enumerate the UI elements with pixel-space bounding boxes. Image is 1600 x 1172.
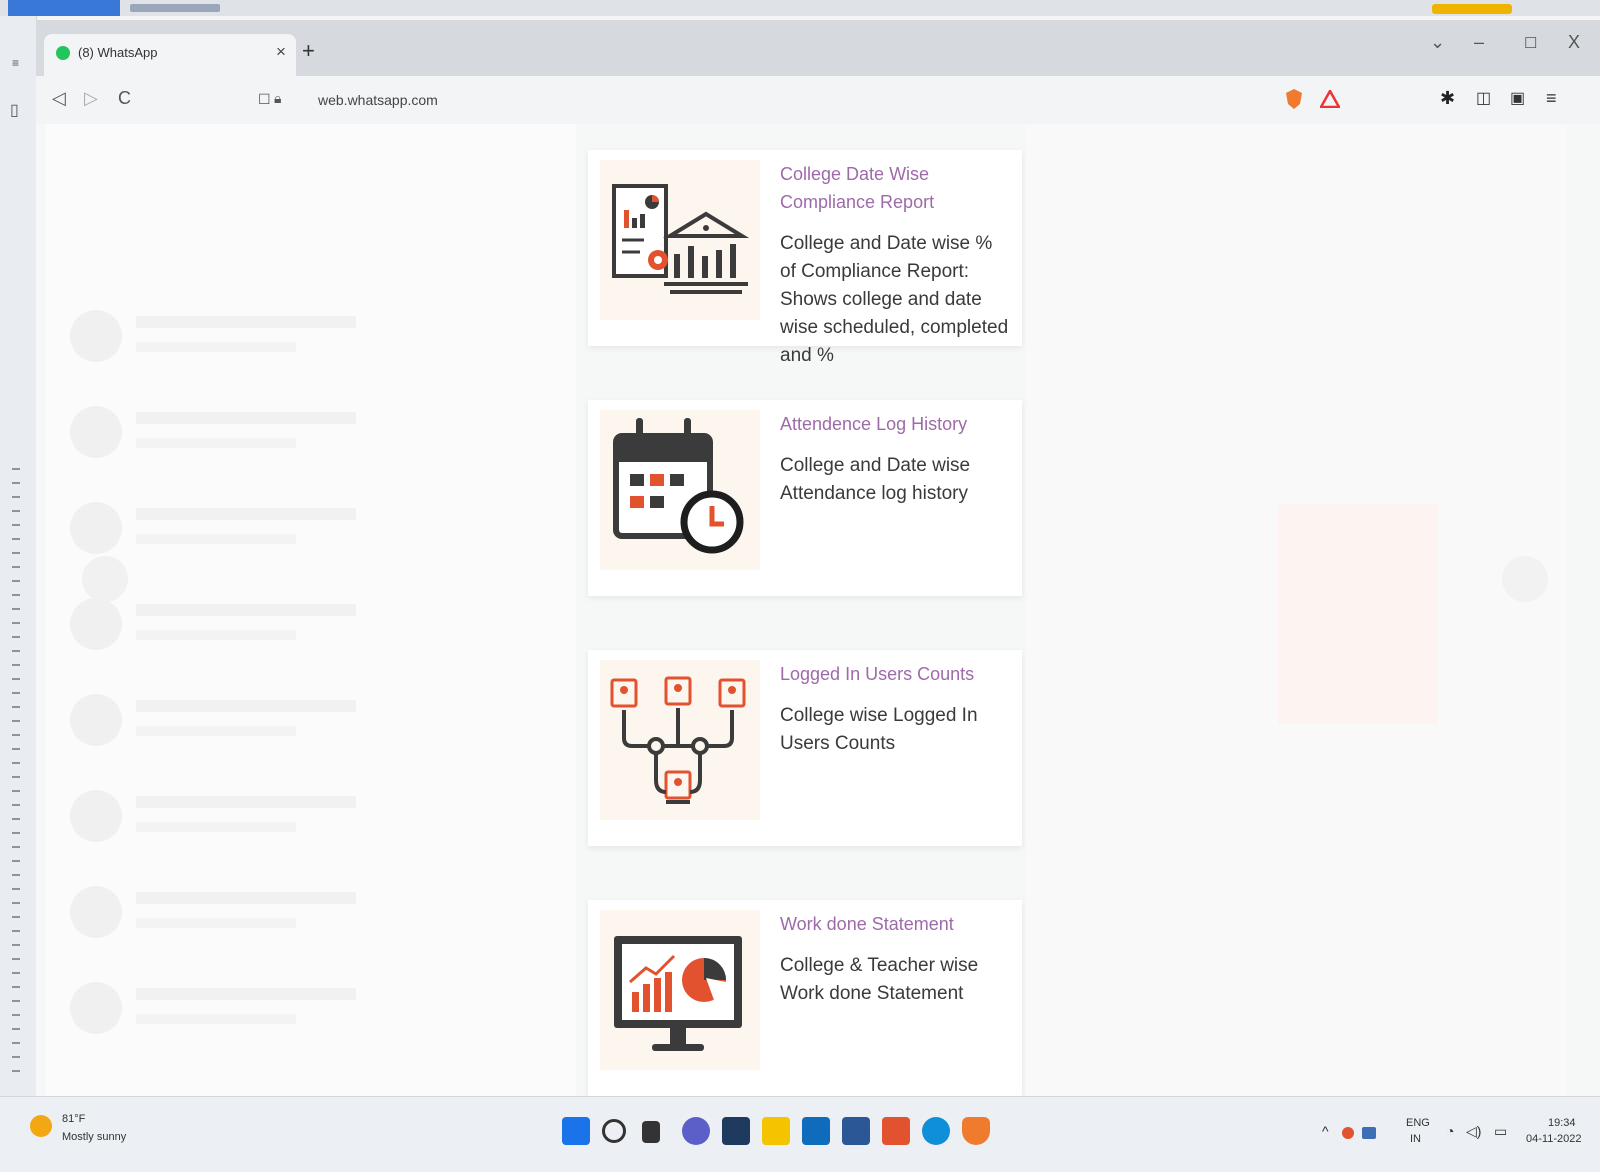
tab-title: (8) WhatsApp (78, 45, 158, 60)
background-window-strip (0, 0, 1600, 16)
list-item (70, 496, 490, 566)
list-item (70, 976, 490, 1046)
tab-whatsapp[interactable]: (8) WhatsApp × (44, 34, 296, 76)
browser-menu-icon[interactable]: ≡ (1546, 88, 1557, 109)
search-icon[interactable] (602, 1119, 626, 1143)
list-item (70, 304, 490, 374)
chat-icon[interactable] (682, 1117, 710, 1145)
taskbar: 81°F Mostly sunny ^ ENG IN ◔ ◁) ▭ 19:34 … (0, 1096, 1600, 1172)
tab-close-icon[interactable]: × (276, 42, 286, 62)
tab-search-icon[interactable]: ⌄ (1430, 32, 1445, 53)
report-card-work-done[interactable]: Work done Statement College & Teacher wi… (588, 900, 1022, 1096)
card-title[interactable]: Work done Statement (780, 910, 1010, 938)
wallet-icon[interactable]: ▣ (1510, 88, 1525, 108)
vertical-ruler (12, 456, 20, 1076)
sidebar-icon[interactable]: ◫ (1476, 88, 1491, 108)
file-explorer-icon[interactable] (762, 1117, 790, 1145)
windows-start-icon[interactable] (562, 1117, 590, 1145)
report-building-chart-icon (600, 160, 760, 320)
background-document-sidebar: ≡ ▯ (0, 16, 37, 1096)
clock-time[interactable]: 19:34 (1548, 1117, 1576, 1129)
card-title[interactable]: Attendence Log History (780, 410, 1010, 438)
clock-date[interactable]: 04-11-2022 (1526, 1133, 1581, 1145)
report-card-logged-in-users[interactable]: Logged In Users Counts College wise Logg… (588, 650, 1022, 846)
store-icon[interactable] (842, 1117, 870, 1145)
report-card-compliance[interactable]: College Date Wise Compliance Report Coll… (588, 150, 1022, 366)
paste-icon: ▯ (10, 102, 19, 119)
weather-sun-icon[interactable] (30, 1115, 52, 1137)
weather-temperature[interactable]: 81°F (62, 1113, 85, 1125)
list-item (70, 784, 490, 854)
widgets-icon[interactable] (722, 1117, 750, 1145)
whatsapp-chat-list-faded (46, 124, 576, 1096)
language-indicator[interactable]: ENG (1406, 1117, 1430, 1129)
new-tab-button[interactable]: + (302, 38, 315, 64)
url-field[interactable]: web.whatsapp.com (318, 92, 438, 108)
task-view-icon[interactable] (642, 1121, 660, 1143)
browser-window: (8) WhatsApp × + ⌄ – ☐ X ◁ ▷ C ☐ 🔒︎ web.… (36, 20, 1600, 1096)
bookmark-icon[interactable]: ☐ (258, 91, 271, 108)
card-title[interactable]: Logged In Users Counts (780, 660, 1010, 688)
report-card-attendance[interactable]: Attendence Log History College and Date … (588, 400, 1022, 596)
extensions-icon[interactable]: ✱ (1440, 88, 1455, 109)
battery-icon[interactable]: ▭ (1494, 1123, 1507, 1140)
wifi-icon[interactable]: ◔ (1446, 1123, 1454, 1139)
background-window-titlebar (8, 0, 120, 16)
brave-shield-icon[interactable] (1284, 88, 1304, 110)
card-description: College wise Logged In Users Counts (780, 705, 978, 754)
minimize-button[interactable]: – (1474, 32, 1484, 53)
monitor-chart-icon (600, 910, 760, 1070)
tray-overflow-icon[interactable]: ^ (1322, 1123, 1329, 1139)
whatsapp-favicon-icon (56, 46, 70, 60)
mail-icon[interactable] (802, 1117, 830, 1145)
list-item (70, 688, 490, 758)
list-item (70, 592, 490, 662)
list-item (70, 400, 490, 470)
card-title[interactable]: College Date Wise Compliance Report (780, 160, 1010, 216)
volume-icon[interactable]: ◁) (1466, 1123, 1481, 1140)
previous-arrow-icon[interactable] (82, 556, 128, 602)
brave-browser-icon[interactable] (962, 1117, 990, 1145)
page-content: College Date Wise Compliance Report Coll… (36, 124, 1600, 1096)
tray-app-icon[interactable] (1342, 1127, 1354, 1139)
tab-bar: (8) WhatsApp × + ⌄ – ☐ X (36, 20, 1600, 76)
weather-condition[interactable]: Mostly sunny (62, 1131, 126, 1143)
background-highlight (1432, 4, 1512, 14)
region-indicator[interactable]: IN (1410, 1133, 1421, 1145)
users-network-icon (600, 660, 760, 820)
lock-icon: 🔒︎ (274, 90, 282, 106)
maximize-button[interactable]: ☐ (1524, 34, 1537, 52)
list-item (70, 880, 490, 950)
card-description: College and Date wise Attendance log his… (780, 455, 971, 504)
tray-app2-icon[interactable] (1362, 1127, 1376, 1139)
reload-icon[interactable]: C (118, 88, 131, 109)
faded-media-thumbnail (1278, 504, 1438, 724)
calendar-clock-icon (600, 410, 760, 570)
card-description: College and Date wise % of Compliance Re… (780, 233, 1009, 366)
next-arrow-icon[interactable] (1502, 556, 1548, 602)
back-icon[interactable]: ◁ (52, 88, 66, 109)
whatsapp-conversation-faded (1026, 124, 1566, 1096)
forward-icon[interactable]: ▷ (84, 88, 98, 109)
card-description: College & Teacher wise Work done Stateme… (780, 955, 979, 1004)
wps-office-icon[interactable] (882, 1117, 910, 1145)
menu-icon: ≡ (12, 56, 20, 70)
edge-browser-icon[interactable] (922, 1117, 950, 1145)
background-tab (130, 4, 220, 12)
brave-rewards-icon[interactable] (1320, 90, 1340, 108)
address-bar: ◁ ▷ C ☐ 🔒︎ web.whatsapp.com ✱ ◫ ▣ ≡ (36, 76, 1600, 125)
close-button[interactable]: X (1568, 32, 1580, 53)
